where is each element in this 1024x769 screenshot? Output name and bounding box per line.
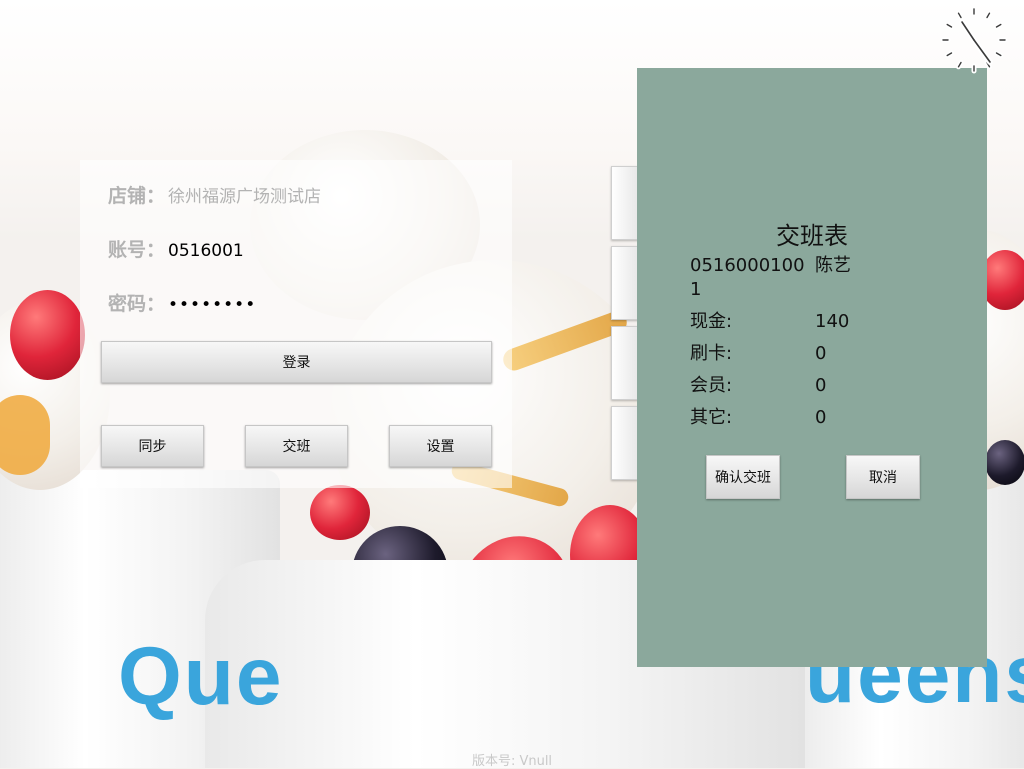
card-value: 0 <box>815 343 827 364</box>
strawberry <box>10 290 85 380</box>
login-button[interactable]: 登录 <box>101 341 492 383</box>
settings-button[interactable]: 设置 <box>389 425 492 467</box>
cash-label: 现金: <box>690 311 733 332</box>
password-input[interactable]: •••••••• <box>168 295 256 315</box>
other-value: 0 <box>815 407 827 428</box>
store-label: 店铺： <box>108 185 166 207</box>
cash-value: 140 <box>815 311 850 332</box>
store-row: 店铺： 徐州福源广场测试店 <box>108 181 321 211</box>
account-row[interactable]: 账号： 0516001 <box>108 235 244 265</box>
employee-name: 陈艺 <box>815 255 851 276</box>
password-row[interactable]: 密码： •••••••• <box>108 289 256 319</box>
account-input[interactable]: 0516001 <box>168 241 244 261</box>
other-label: 其它: <box>690 407 733 428</box>
brand-logo-text: Que <box>118 631 284 722</box>
blueberry <box>985 440 1024 485</box>
member-value: 0 <box>815 375 827 396</box>
dialog-title: 交班表 <box>776 222 848 250</box>
confirm-shift-button[interactable]: 确认交班 <box>706 455 780 499</box>
employee-id: 0516000100 1 <box>690 255 805 300</box>
strawberry <box>310 485 370 540</box>
cancel-button[interactable]: 取消 <box>846 455 920 499</box>
password-label: 密码： <box>108 293 166 315</box>
store-value: 徐州福源广场测试店 <box>168 187 321 207</box>
member-label: 会员: <box>690 375 733 396</box>
caramel-drizzle <box>0 395 50 475</box>
shift-button[interactable]: 交班 <box>245 425 348 467</box>
version-label: 版本号: Vnull <box>471 754 553 769</box>
account-label: 账号： <box>108 239 166 261</box>
clock-icon <box>938 4 1010 76</box>
shift-dialog: 交班表 <box>637 68 987 667</box>
sync-button[interactable]: 同步 <box>101 425 204 467</box>
card-label: 刷卡: <box>690 343 733 364</box>
